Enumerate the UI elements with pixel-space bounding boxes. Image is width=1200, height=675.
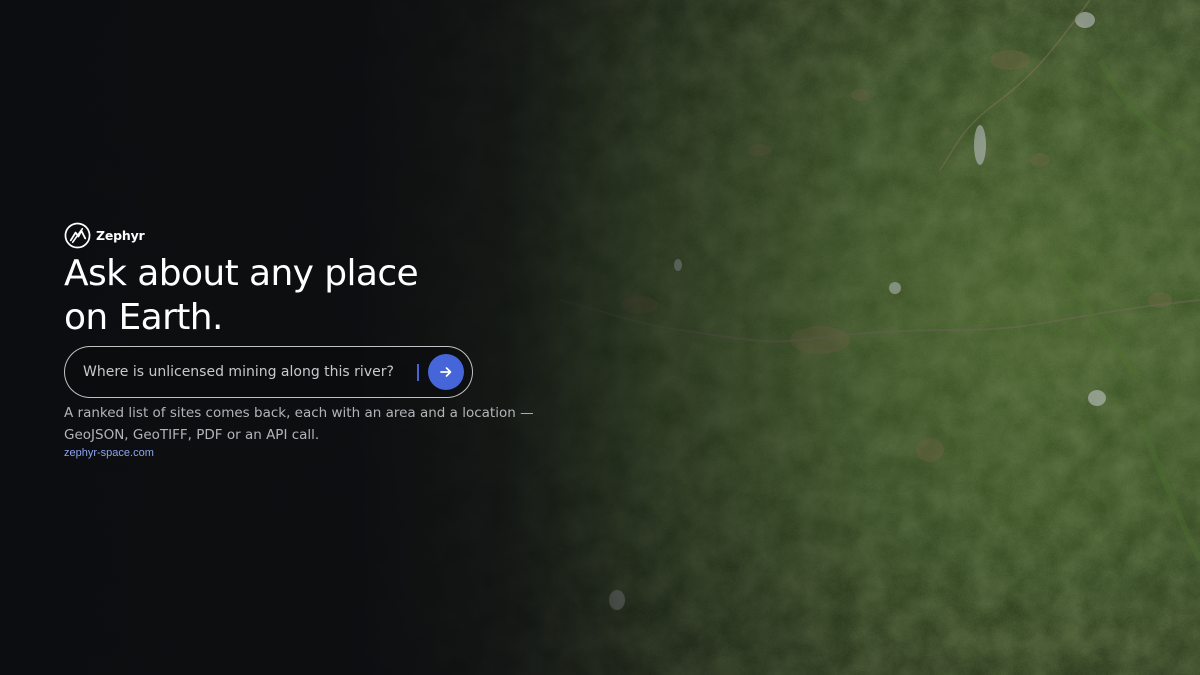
text-cursor <box>417 363 419 381</box>
zephyr-logo-icon <box>64 222 91 248</box>
description-line-1: A ranked list of sites comes back, each … <box>64 405 534 421</box>
headline-line-2: on Earth. <box>64 297 223 338</box>
page-title: Ask about any place on Earth. <box>64 252 624 340</box>
description-line-2: GeoJSON, GeoTIFF, PDF or an API call. <box>64 427 320 443</box>
hero-stage: Zephyr Ask about any place on Earth. A r… <box>0 0 1200 675</box>
arrow-right-icon <box>440 367 452 377</box>
hero-content: Zephyr Ask about any place on Earth. A r… <box>64 221 624 459</box>
headline-line-1: Ask about any place <box>64 253 419 294</box>
search-bar <box>64 346 473 398</box>
description: A ranked list of sites comes back, each … <box>64 402 604 446</box>
submit-button[interactable] <box>428 354 464 390</box>
brand-name: Zephyr <box>96 227 145 243</box>
search-input[interactable] <box>83 364 413 380</box>
website-link[interactable]: zephyr-space.com <box>64 447 624 459</box>
brand-logo[interactable]: Zephyr <box>64 221 624 249</box>
